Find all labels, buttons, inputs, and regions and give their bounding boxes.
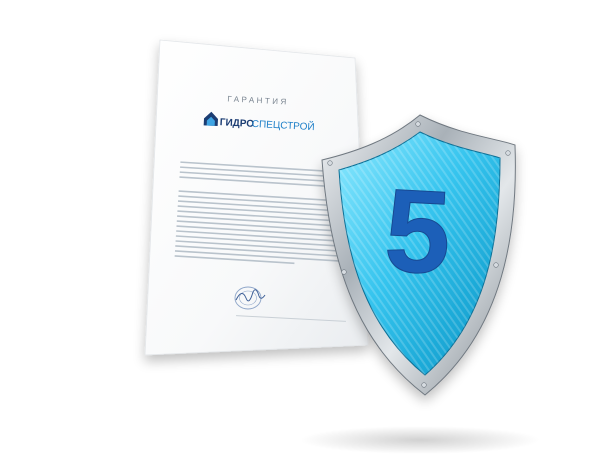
- shield-ground-shadow: [300, 426, 540, 454]
- shield-number: 5: [382, 164, 454, 299]
- guarantee-illustration: ГАРАНТИЯ ГИДРО СПЕЦСТРОЙ 5: [0, 0, 601, 466]
- logo-text-bold: ГИДРО: [220, 117, 255, 130]
- warranty-shield: 5: [321, 114, 516, 396]
- illustration-canvas: ГАРАНТИЯ ГИДРО СПЕЦСТРОЙ 5: [144, 39, 540, 454]
